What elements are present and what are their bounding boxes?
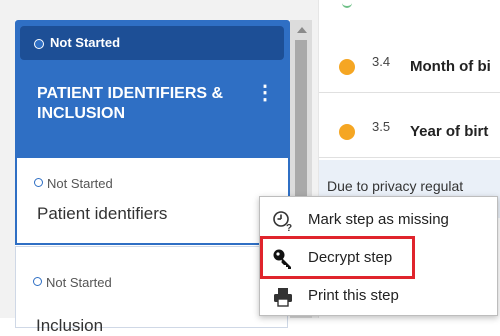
step-name: Inclusion — [36, 316, 104, 335]
section-title: PATIENT IDENTIFIERS & INCLUSION — [37, 85, 224, 122]
page: 3.4 Month of bi 3.5 Year of birt Due to … — [0, 0, 500, 335]
print-step-menu-item[interactable]: Print this step — [260, 277, 497, 313]
check-icon — [342, 0, 352, 8]
clock-question-icon: ? — [272, 210, 292, 234]
step-name: Patient identifiers — [37, 204, 168, 223]
sidebar: Not Started PATIENT IDENTIFIERS & INCLUS… — [15, 20, 290, 335]
question-row[interactable]: 3.4 Month of bi — [319, 40, 500, 93]
menu-item-label: Mark step as missing — [308, 211, 449, 228]
section-status-label: Not Started — [50, 35, 121, 50]
more-options-icon[interactable]: ⋮ — [255, 83, 275, 103]
content-top-edge — [319, 0, 500, 12]
question-number: 3.5 — [372, 119, 391, 134]
sidebar-item-inclusion[interactable]: Not Started Inclusion — [15, 246, 288, 335]
highlight-box — [260, 236, 415, 279]
section-card[interactable]: Not Started PATIENT IDENTIFIERS & INCLUS… — [15, 20, 290, 160]
printer-icon — [272, 286, 292, 307]
sidebar-item-patient-identifiers[interactable]: Not Started Patient identifiers — [15, 158, 290, 245]
step-context-menu: ? Mark step as missing Decrypt step Prin… — [259, 196, 498, 316]
privacy-notice-text: Due to privacy regulat — [327, 178, 464, 194]
question-number: 3.4 — [372, 54, 391, 69]
section-status-badge: Not Started — [20, 26, 284, 60]
status-circle-icon — [34, 178, 43, 187]
step-status: Not Started — [34, 176, 113, 191]
step-status-label: Not Started — [46, 275, 112, 290]
mark-step-missing-menu-item[interactable]: ? Mark step as missing — [260, 201, 497, 237]
status-dot-icon — [339, 59, 355, 75]
menu-item-label: Print this step — [308, 287, 399, 304]
step-status: Not Started — [33, 275, 112, 290]
status-dot-icon — [339, 124, 355, 140]
question-label: Month of bi — [410, 58, 491, 75]
question-row[interactable]: 3.5 Year of birt — [319, 105, 500, 158]
scroll-up-arrow-icon[interactable] — [297, 27, 307, 33]
status-circle-icon — [34, 39, 44, 49]
svg-text:?: ? — [286, 223, 292, 232]
status-circle-icon — [33, 277, 42, 286]
step-status-label: Not Started — [47, 176, 113, 191]
question-label: Year of birt — [410, 123, 489, 140]
